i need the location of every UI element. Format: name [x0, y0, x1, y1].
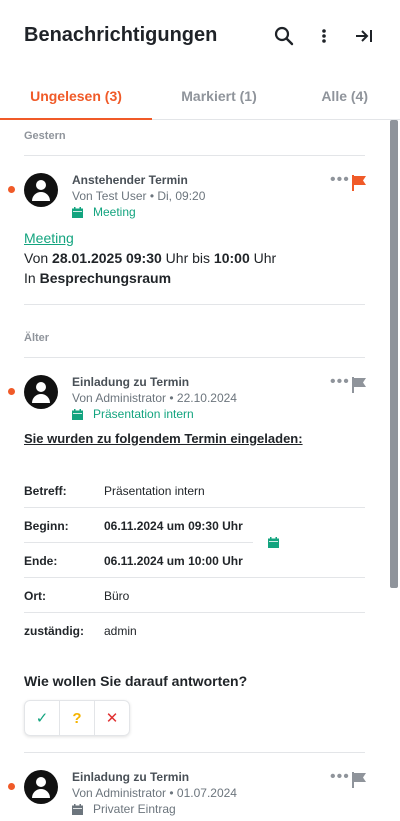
notification-tag[interactable]: Privater Eintrag	[72, 802, 176, 816]
section-header-older: Älter	[24, 332, 50, 344]
tab-all[interactable]: Alle (4)	[286, 72, 400, 120]
event-time-line: Von 28.01.2025 09:30 Uhr bis 10:00 Uhr	[24, 250, 277, 266]
avatar	[24, 770, 58, 804]
notification-sender: Von Administrator • 01.07.2024	[72, 786, 237, 800]
notification-sender: Von Test User • Di, 09:20	[72, 189, 206, 203]
unread-dot	[8, 186, 15, 193]
detail-label: Betreff:	[24, 484, 67, 498]
divider	[24, 577, 365, 578]
notification-list[interactable]: Gestern Anstehender Termin Von Test User…	[0, 120, 390, 821]
tentative-button[interactable]: ?	[60, 701, 95, 735]
notification-title: Einladung zu Termin	[72, 770, 190, 784]
divider	[24, 507, 365, 508]
tab-flagged[interactable]: Markiert (1)	[152, 72, 286, 120]
header: Benachrichtigungen	[0, 0, 400, 72]
detail-value: 06.11.2024 um 10:00 Uhr	[104, 554, 243, 568]
tab-unread[interactable]: Ungelesen (3)	[0, 72, 152, 120]
unread-dot	[8, 388, 15, 395]
more-options-icon[interactable]: •••	[330, 374, 350, 390]
response-question: Wie wollen Sie darauf antworten?	[24, 673, 248, 689]
decline-button[interactable]: ✕	[95, 701, 129, 735]
avatar	[24, 375, 58, 409]
scrollbar[interactable]	[390, 120, 398, 588]
response-button-group: ✓ ? ✕	[24, 700, 130, 736]
flag-icon[interactable]	[350, 771, 368, 789]
more-vertical-icon[interactable]	[312, 24, 336, 48]
unread-dot	[8, 783, 15, 790]
detail-value: admin	[104, 624, 137, 638]
section-header-yesterday: Gestern	[24, 130, 66, 142]
divider	[24, 357, 365, 358]
notification-tag[interactable]: Präsentation intern	[72, 407, 194, 421]
more-options-icon[interactable]: •••	[330, 769, 350, 785]
flag-icon[interactable]	[350, 174, 368, 192]
invite-heading: Sie wurden zu folgendem Termin eingelade…	[24, 431, 303, 446]
event-location-line: In Besprechungsraum	[24, 270, 172, 286]
search-icon[interactable]	[272, 24, 296, 48]
detail-label: Beginn:	[24, 519, 69, 533]
notification-title: Anstehender Termin	[72, 173, 188, 187]
divider	[24, 304, 365, 305]
detail-value: Präsentation intern	[104, 484, 205, 498]
divider	[24, 542, 253, 543]
avatar	[24, 173, 58, 207]
event-link[interactable]: Meeting	[24, 230, 74, 246]
detail-value: Büro	[104, 589, 130, 603]
detail-value: 06.11.2024 um 09:30 Uhr	[104, 519, 243, 533]
accept-button[interactable]: ✓	[25, 701, 60, 735]
detail-label: Ort:	[24, 589, 46, 603]
divider	[24, 752, 365, 753]
calendar-icon	[72, 803, 83, 815]
notification-tag[interactable]: Meeting	[72, 205, 136, 219]
tab-bar: Ungelesen (3) Markiert (1) Alle (4)	[0, 72, 400, 120]
divider	[24, 612, 365, 613]
calendar-icon	[72, 408, 83, 420]
notification-title: Einladung zu Termin	[72, 375, 190, 389]
add-to-calendar-icon[interactable]	[268, 537, 279, 548]
more-options-icon[interactable]: •••	[330, 172, 350, 188]
calendar-icon	[72, 206, 83, 218]
tag-label: Privater Eintrag	[93, 802, 176, 816]
detail-label: zuständig:	[24, 624, 84, 638]
divider	[24, 155, 365, 156]
tag-label: Meeting	[93, 205, 136, 219]
collapse-panel-icon[interactable]	[352, 24, 376, 48]
flag-icon[interactable]	[350, 376, 368, 394]
page-title: Benachrichtigungen	[24, 24, 218, 46]
tag-label: Präsentation intern	[93, 407, 194, 421]
notification-sender: Von Administrator • 22.10.2024	[72, 391, 237, 405]
detail-label: Ende:	[24, 554, 58, 568]
